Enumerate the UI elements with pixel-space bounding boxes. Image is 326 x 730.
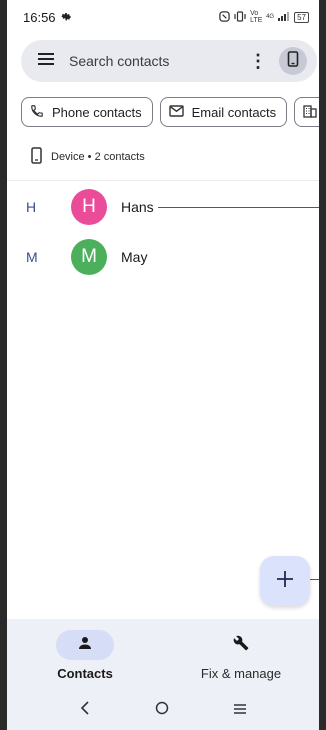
contact-avatar: H	[71, 189, 107, 225]
section-letter-m: M	[26, 249, 38, 265]
nav-contacts-label: Contacts	[57, 666, 113, 681]
more-options-icon[interactable]: ⋮	[247, 51, 269, 72]
plus-icon	[276, 570, 294, 593]
settings-gear-icon	[60, 10, 72, 25]
annotation-line	[158, 207, 319, 208]
network-label: Vo LTE	[250, 10, 263, 24]
contacts-screen: 16:56 Vo LTE 4G 57 Search contacts ⋮ Pho…	[7, 0, 319, 730]
email-icon	[168, 104, 184, 120]
contact-name: May	[121, 249, 148, 265]
wrench-icon	[233, 635, 249, 656]
device-icon	[31, 147, 42, 167]
home-icon[interactable]	[155, 701, 169, 720]
vibrate-icon	[234, 10, 246, 24]
account-row[interactable]: Device • 2 contacts	[31, 147, 145, 167]
person-icon	[78, 636, 92, 655]
filter-chips: Phone contacts Email contacts	[21, 97, 319, 127]
bottom-nav: Contacts Fix & manage	[7, 619, 319, 691]
phone-icon	[30, 104, 44, 121]
email-contacts-label: Email contacts	[191, 104, 277, 120]
nav-fix-manage[interactable]: Fix & manage	[163, 619, 319, 691]
nav-contacts-pill	[56, 630, 114, 660]
business-contacts-chip[interactable]	[294, 97, 319, 127]
nav-fix-manage-label: Fix & manage	[200, 666, 282, 681]
nav-contacts[interactable]: Contacts	[7, 619, 163, 691]
status-time: 16:56	[23, 9, 56, 25]
back-icon[interactable]	[79, 701, 91, 720]
contact-name: Hans	[121, 199, 154, 215]
nav-fix-manage-pill	[212, 630, 270, 660]
signal-icon	[278, 11, 290, 23]
status-left: 16:56	[23, 10, 72, 25]
add-contact-button[interactable]	[260, 556, 310, 606]
contact-row-may[interactable]: M M May	[7, 235, 319, 279]
status-bar: 16:56 Vo LTE 4G 57	[7, 0, 319, 34]
section-letter-h: H	[26, 199, 37, 215]
signal-label: 4G	[266, 14, 275, 20]
phone-contacts-label: Phone contacts	[52, 104, 142, 120]
recents-menu-icon[interactable]	[233, 702, 247, 720]
account-label: Device • 2 contacts	[51, 151, 145, 163]
nfc-icon	[219, 10, 230, 24]
battery-indicator: 57	[294, 11, 309, 23]
annotation-line	[310, 579, 319, 580]
search-bar[interactable]: Search contacts ⋮	[21, 40, 317, 82]
business-icon	[303, 104, 317, 121]
email-contacts-chip[interactable]: Email contacts	[159, 97, 288, 127]
menu-icon[interactable]	[37, 52, 55, 71]
device-phone-icon	[287, 50, 299, 72]
system-nav-bar	[7, 691, 319, 730]
account-avatar-button[interactable]	[279, 47, 307, 75]
contact-avatar: M	[71, 239, 107, 275]
search-input[interactable]: Search contacts	[69, 53, 247, 69]
status-right: Vo LTE 4G 57	[219, 10, 309, 24]
divider	[7, 180, 319, 181]
phone-contacts-chip[interactable]: Phone contacts	[21, 97, 153, 127]
